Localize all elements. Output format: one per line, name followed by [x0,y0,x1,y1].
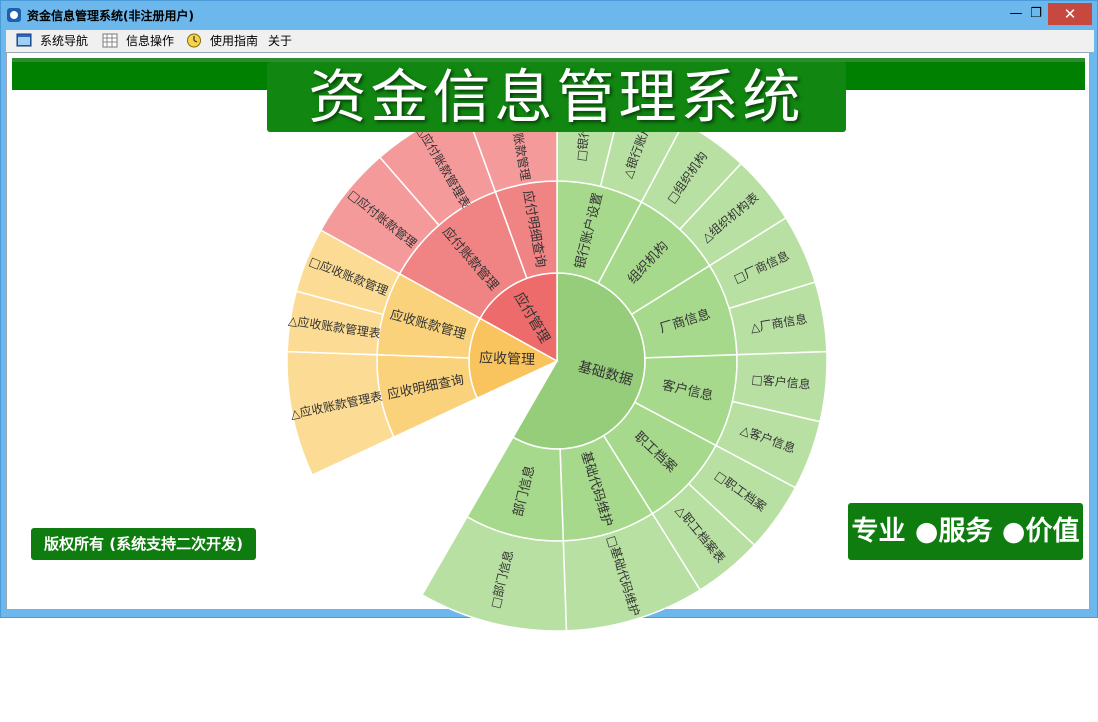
sunburst-label-root: 应收管理 [479,349,536,368]
copyright-badge: 版权所有 (系统支持二次开发) [31,528,256,560]
page-title: 资金信息管理系统 [267,62,846,132]
slogan-badge: 专业 ●服务 ●价值 [848,503,1083,560]
